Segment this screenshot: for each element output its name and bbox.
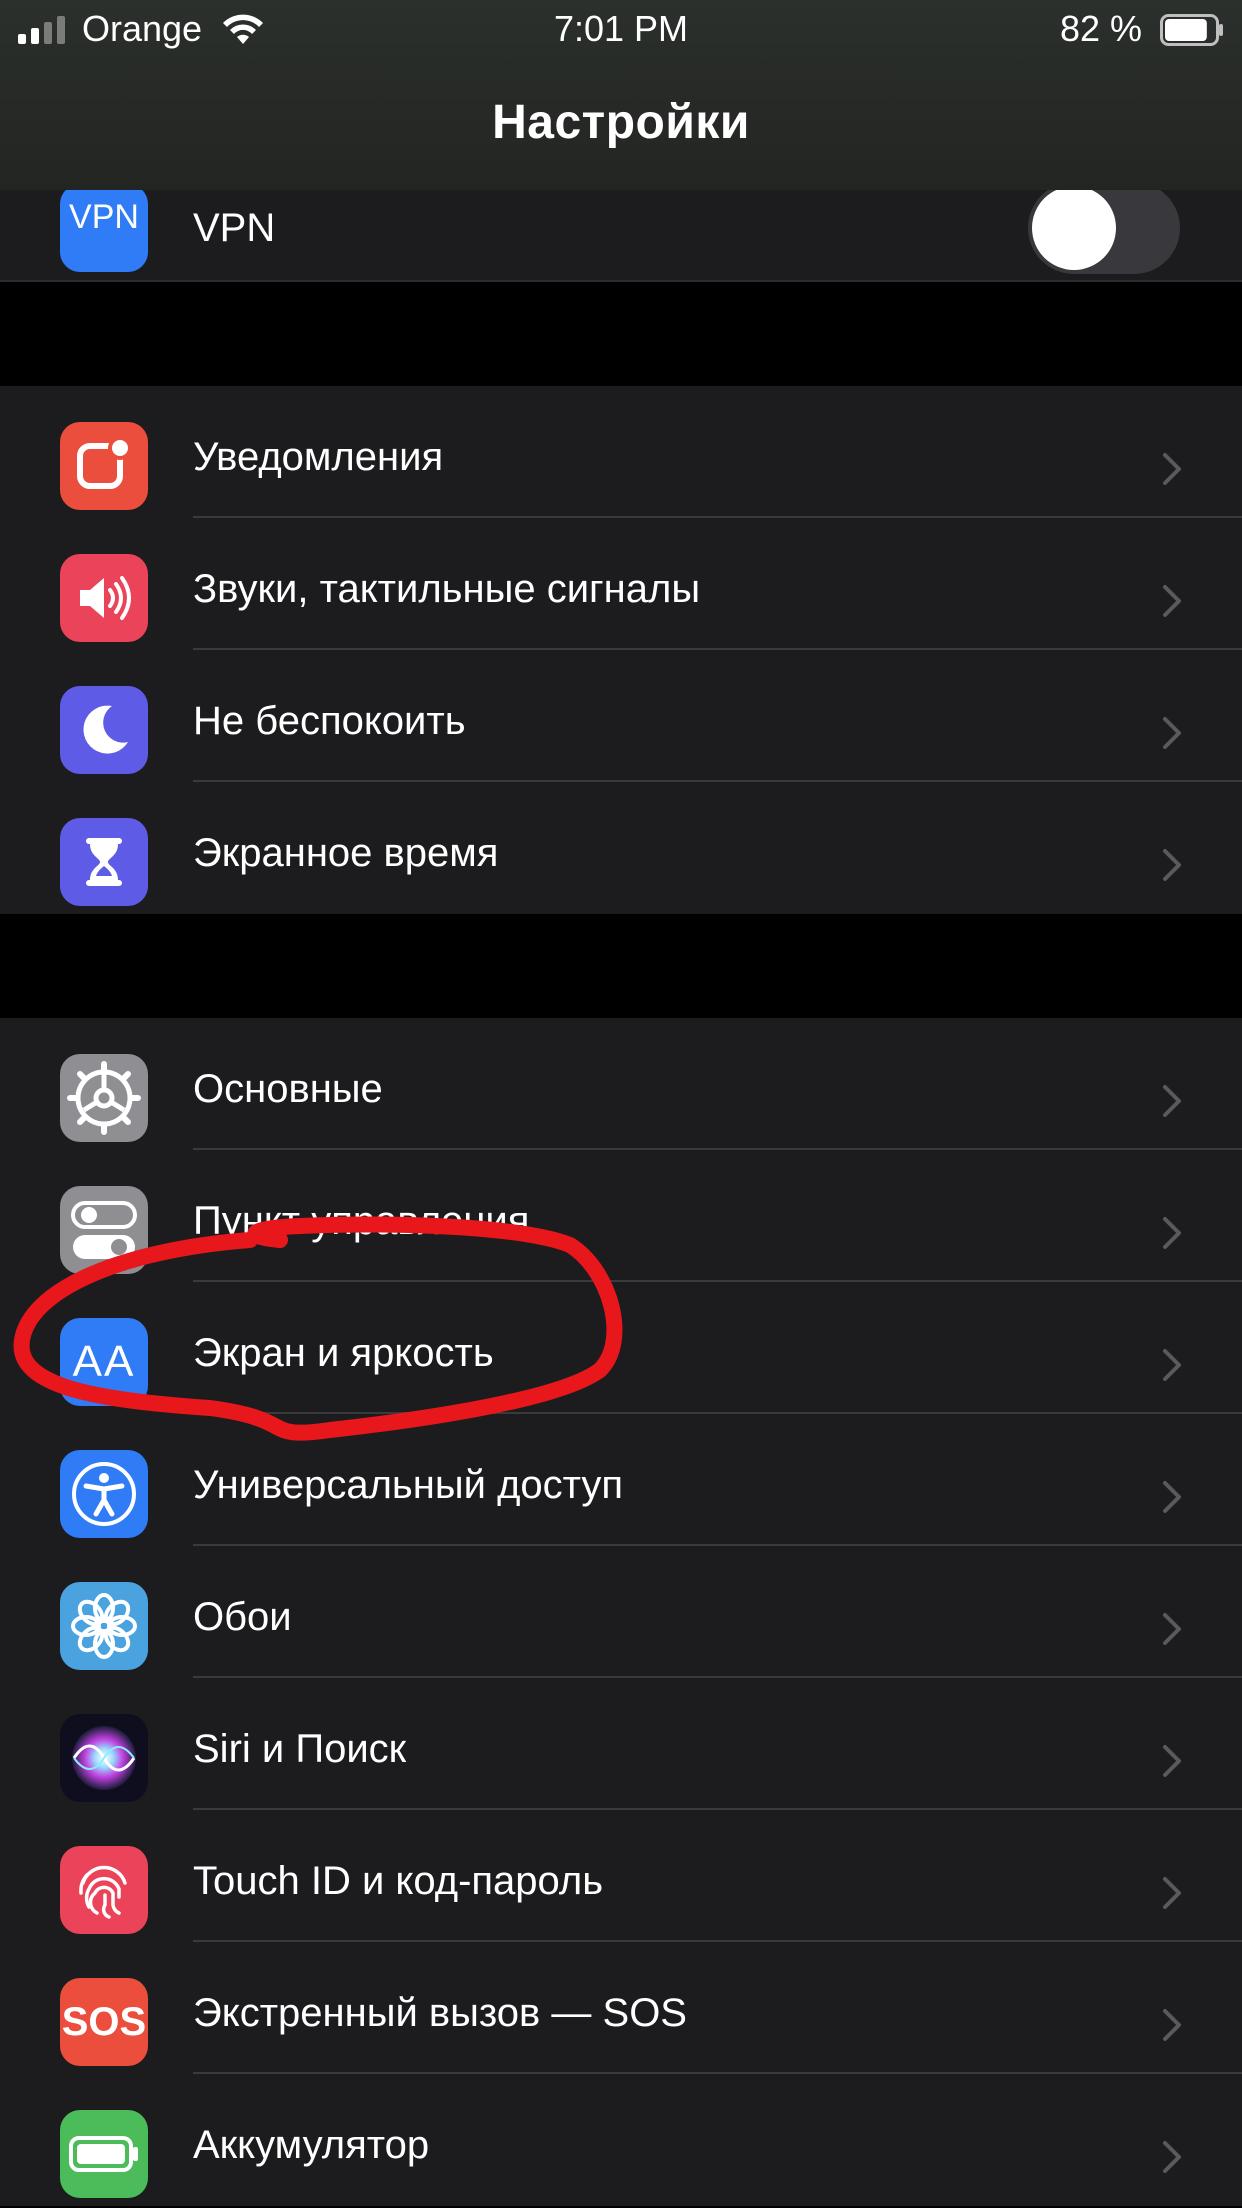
settings-row[interactable]: Siri и Поиск — [0, 1678, 1242, 1810]
row-label: Уведомления — [193, 435, 444, 479]
vpn-toggle[interactable] — [1028, 182, 1180, 274]
chevron-right-icon — [1162, 1744, 1182, 1783]
gear-icon — [60, 1054, 148, 1142]
chevron-right-icon — [1162, 1612, 1182, 1651]
text-size-icon: AA — [60, 1318, 148, 1406]
row-label: Экстренный вызов — SOS — [193, 1991, 687, 2035]
row-label: Не беспокоить — [193, 699, 466, 743]
chevron-right-icon — [1162, 1084, 1182, 1123]
settings-row[interactable]: Уведомления — [0, 386, 1242, 518]
row-label: Обои — [193, 1595, 292, 1639]
hourglass-icon — [60, 818, 148, 906]
chevron-right-icon — [1162, 1348, 1182, 1387]
vpn-icon: VPN — [60, 184, 148, 272]
row-label: Экран и яркость — [193, 1331, 494, 1375]
settings-row[interactable]: Аккумулятор — [0, 2074, 1242, 2206]
chevron-right-icon — [1162, 848, 1182, 887]
row-label: Экранное время — [193, 831, 499, 875]
settings-group-notifications: Уведомления Звуки, тактильные сигналы Не б… — [0, 386, 1242, 914]
row-label: Аккумулятор — [193, 2123, 430, 2167]
toggles-icon — [60, 1186, 148, 1274]
chevron-right-icon — [1162, 2140, 1182, 2179]
row-label: VPN — [193, 206, 276, 250]
chevron-right-icon — [1162, 452, 1182, 491]
vpn-group: VPN VPN — [0, 182, 1242, 282]
settings-row-vpn[interactable]: VPN VPN — [0, 182, 1242, 280]
row-label: Звуки, тактильные сигналы — [193, 567, 701, 611]
flower-icon — [60, 1582, 148, 1670]
battery-icon — [60, 2110, 148, 2198]
settings-row[interactable]: Экранное время — [0, 782, 1242, 914]
fingerprint-icon — [60, 1846, 148, 1934]
row-label: Основные — [193, 1067, 383, 1111]
row-label: Siri и Поиск — [193, 1727, 407, 1771]
settings-row[interactable]: Звуки, тактильные сигналы — [0, 518, 1242, 650]
status-bar: Orange 7:01 PM 82 % — [0, 0, 1242, 60]
settings-group-general: Основные Пункт управления AA Экран и яркост… — [0, 1018, 1242, 2206]
settings-row[interactable]: Touch ID и код-пароль — [0, 1810, 1242, 1942]
moon-icon — [60, 686, 148, 774]
chevron-right-icon — [1162, 584, 1182, 623]
chevron-right-icon — [1162, 1876, 1182, 1915]
settings-row[interactable]: SOS Экстренный вызов — SOS — [0, 1942, 1242, 2074]
chevron-right-icon — [1162, 1216, 1182, 1255]
navigation-header: Orange 7:01 PM 82 % Настройки — [0, 0, 1242, 190]
battery-status-icon — [1160, 14, 1223, 46]
notifications-icon — [60, 422, 148, 510]
sos-icon: SOS — [60, 1978, 148, 2066]
siri-icon — [60, 1714, 148, 1802]
settings-row[interactable]: Не беспокоить — [0, 650, 1242, 782]
page-title: Настройки — [492, 96, 750, 149]
toggle-knob — [1032, 186, 1116, 270]
speaker-icon — [60, 554, 148, 642]
settings-row[interactable]: AA Экран и яркость — [0, 1282, 1242, 1414]
battery-percentage: 82 % — [1059, 8, 1142, 49]
row-label: Пункт управления — [193, 1199, 530, 1243]
settings-row[interactable]: Пункт управления — [0, 1150, 1242, 1282]
chevron-right-icon — [1162, 1480, 1182, 1519]
accessibility-icon — [60, 1450, 148, 1538]
settings-row[interactable]: Универсальный доступ — [0, 1414, 1242, 1546]
status-time: 7:01 PM — [553, 8, 689, 49]
settings-row[interactable]: Обои — [0, 1546, 1242, 1678]
chevron-right-icon — [1162, 716, 1182, 755]
settings-row[interactable]: Основные — [0, 1018, 1242, 1150]
row-label: Универсальный доступ — [193, 1463, 624, 1507]
row-label: Touch ID и код-пароль — [193, 1859, 604, 1903]
chevron-right-icon — [1162, 2008, 1182, 2047]
